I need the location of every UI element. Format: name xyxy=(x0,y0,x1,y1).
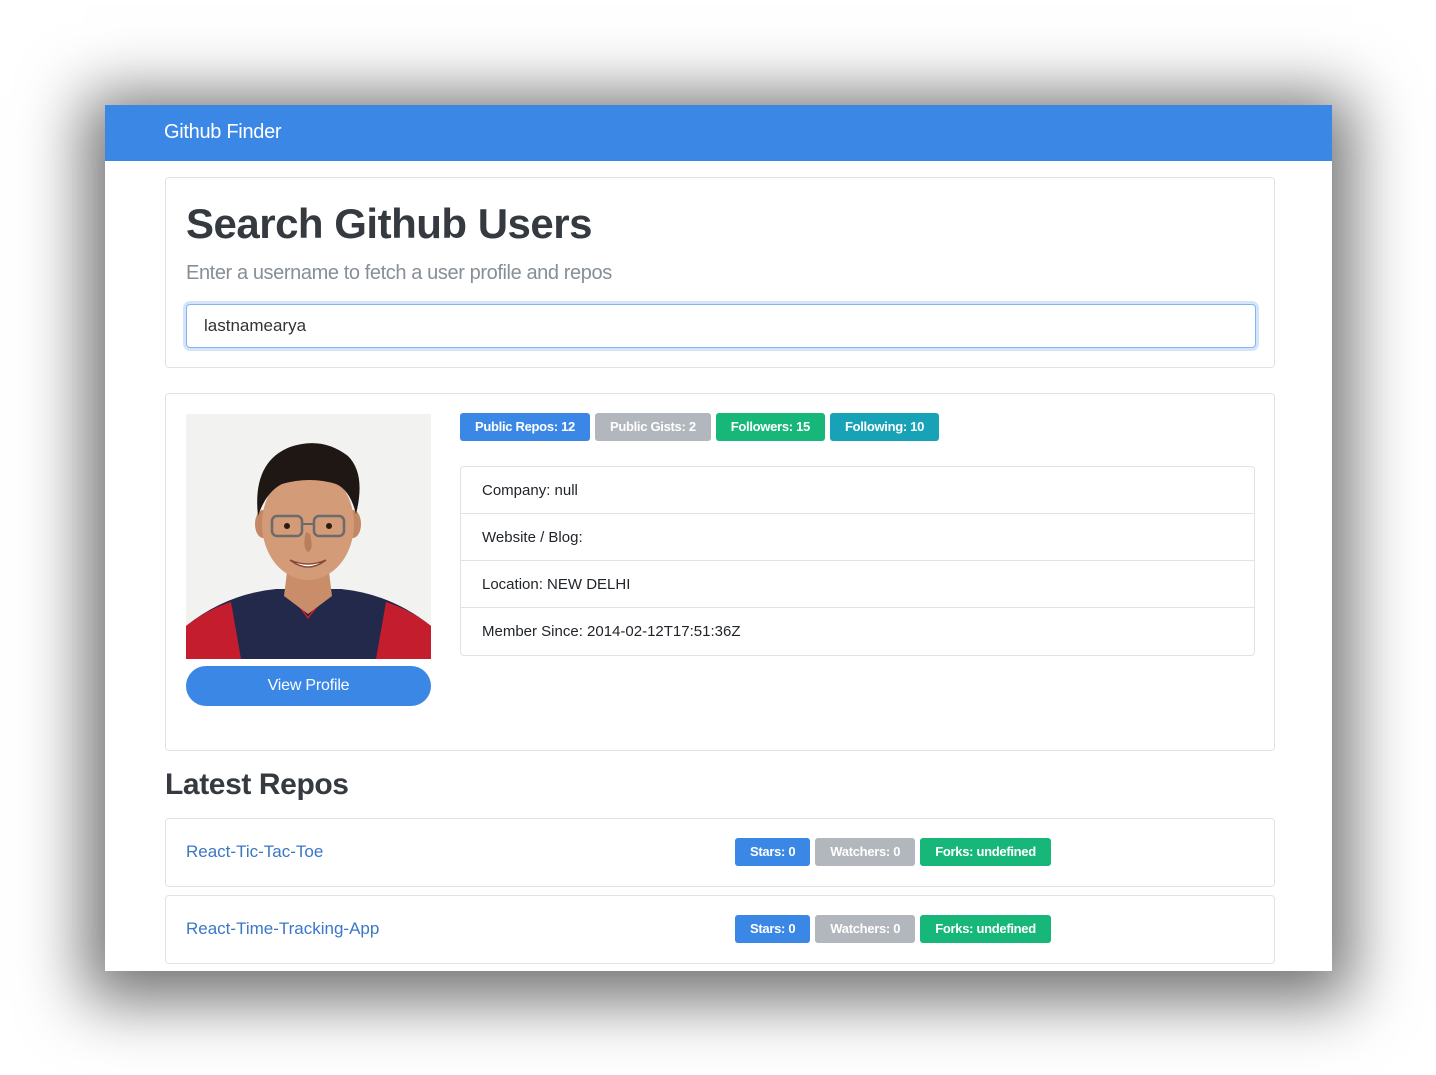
following-badge: Following: 10 xyxy=(829,413,940,441)
navbar: Github Finder xyxy=(105,105,1332,161)
stars-badge: Stars: 0 xyxy=(735,838,811,866)
repo-badges: Stars: 0 Watchers: 0 Forks: undefined xyxy=(735,915,1051,943)
public-repos-badge: Public Repos: 12 xyxy=(460,413,590,441)
repo-card: React-Tic-Tac-Toe Stars: 0 Watchers: 0 F… xyxy=(165,818,1275,887)
brand-link[interactable]: Github Finder xyxy=(164,121,282,144)
website-info: Website / Blog: xyxy=(461,514,1254,561)
stars-badge: Stars: 0 xyxy=(735,915,811,943)
search-subtitle: Enter a username to fetch a user profile… xyxy=(186,262,612,284)
repo-link[interactable]: React-Tic-Tac-Toe xyxy=(186,842,323,862)
public-gists-badge: Public Gists: 2 xyxy=(594,413,711,441)
profile-info-list: Company: null Website / Blog: Location: … xyxy=(460,466,1255,656)
watchers-badge: Watchers: 0 xyxy=(815,838,916,866)
profile-badges: Public Repos: 12 Public Gists: 2 Followe… xyxy=(460,413,940,441)
repo-link[interactable]: React-Time-Tracking-App xyxy=(186,919,379,939)
forks-badge: Forks: undefined xyxy=(920,838,1051,866)
forks-badge: Forks: undefined xyxy=(920,915,1051,943)
latest-repos-heading: Latest Repos xyxy=(165,768,349,801)
company-info: Company: null xyxy=(461,467,1254,514)
member-since-info: Member Since: 2014-02-12T17:51:36Z xyxy=(482,623,741,640)
avatar-photo-icon xyxy=(186,414,431,659)
followers-badge: Followers: 15 xyxy=(715,413,825,441)
repo-card: React-Time-Tracking-App Stars: 0 Watcher… xyxy=(165,895,1275,964)
app-window: Github Finder Search Github Users Enter … xyxy=(105,105,1332,971)
profile-card: View Profile Public Repos: 12 Public Gis… xyxy=(165,393,1275,751)
repo-badges: Stars: 0 Watchers: 0 Forks: undefined xyxy=(735,838,1051,866)
location-info: Location: NEW DELHI xyxy=(461,561,1254,608)
avatar xyxy=(186,414,431,659)
search-card: Search Github Users Enter a username to … xyxy=(165,177,1275,368)
view-profile-button[interactable]: View Profile xyxy=(186,666,431,706)
search-title: Search Github Users xyxy=(186,200,592,247)
watchers-badge: Watchers: 0 xyxy=(815,915,916,943)
search-input[interactable] xyxy=(186,304,1256,348)
